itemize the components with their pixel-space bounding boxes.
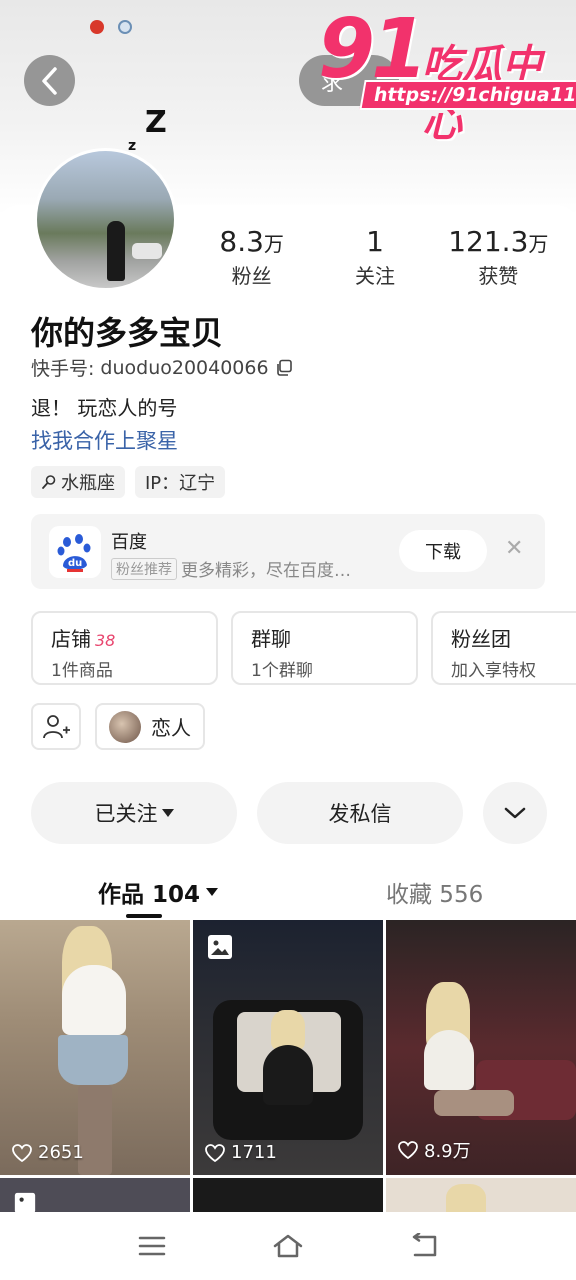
lover-chip[interactable]: 恋人 bbox=[95, 703, 205, 750]
profile-id-value: duoduo20040066 bbox=[100, 356, 269, 379]
work-like-value: 1711 bbox=[231, 1142, 277, 1163]
message-button[interactable]: 发私信 bbox=[257, 782, 463, 844]
svg-text:du: du bbox=[68, 558, 82, 569]
tile-figure bbox=[263, 1045, 313, 1105]
heart-icon bbox=[205, 1143, 225, 1162]
status-icon-blue bbox=[118, 20, 132, 34]
stat-likes-label: 获赞 bbox=[478, 264, 519, 288]
ad-subtitle-text: 更多精彩，尽在百度… bbox=[181, 561, 351, 581]
copy-icon[interactable] bbox=[275, 359, 293, 377]
home-icon[interactable] bbox=[268, 1226, 308, 1266]
profile-name: 你的多多宝贝 bbox=[31, 314, 224, 352]
ad-badge: 粉丝推荐 bbox=[111, 557, 177, 580]
watermark-logo: 91 吃瓜中心 https://91chigua11.com bbox=[318, 2, 576, 146]
profile-id: 快手号: duoduo20040066 bbox=[31, 354, 293, 381]
profile-id-label: 快手号: bbox=[31, 358, 95, 380]
heart-icon bbox=[12, 1143, 32, 1162]
work-tile[interactable]: 2651 bbox=[0, 920, 190, 1175]
watermark-url: https://91chigua11.com bbox=[359, 80, 576, 110]
feature-group-chat[interactable]: 群聊 1个群聊 bbox=[231, 611, 418, 685]
lover-avatar bbox=[109, 710, 141, 743]
close-icon[interactable]: ✕ bbox=[505, 536, 523, 561]
feature-fanclub-sub: 加入享特权 bbox=[451, 661, 536, 681]
caret-down-icon bbox=[206, 888, 219, 896]
more-actions-button[interactable] bbox=[483, 782, 547, 844]
work-tile[interactable]: 8.9万 bbox=[386, 920, 576, 1175]
work-tile[interactable]: 1711 bbox=[193, 920, 383, 1175]
feature-fanclub[interactable]: 粉丝团 加入享特权 bbox=[431, 611, 576, 685]
work-like-count: 2651 bbox=[12, 1142, 84, 1163]
status-bar bbox=[90, 20, 132, 34]
stat-following-value: 1 bbox=[366, 225, 384, 258]
avatar-figure bbox=[107, 221, 125, 281]
stat-fans-unit: 万 bbox=[263, 232, 284, 256]
caret-down-icon bbox=[161, 809, 174, 817]
work-like-count: 8.9万 bbox=[398, 1137, 471, 1163]
tile-figure bbox=[62, 965, 126, 1035]
avatar[interactable] bbox=[34, 148, 177, 291]
heart-icon bbox=[398, 1141, 418, 1159]
profile-tags: 水瓶座 IP：辽宁 bbox=[31, 466, 226, 498]
feature-group-sub: 1个群聊 bbox=[251, 661, 313, 681]
ad-banner[interactable]: du 百度 粉丝推荐 更多精彩，尽在百度… 下载 ✕ bbox=[31, 514, 545, 589]
search-tag-icon bbox=[42, 475, 56, 489]
work-like-value: 8.9万 bbox=[424, 1141, 471, 1162]
back-button[interactable] bbox=[24, 55, 75, 106]
image-icon bbox=[207, 934, 233, 964]
tile-figure-hair bbox=[271, 1010, 305, 1050]
tag-ip-label: IP：辽宁 bbox=[145, 473, 216, 494]
chevron-down-icon bbox=[504, 807, 526, 819]
feature-shop-title: 店铺 bbox=[51, 627, 91, 651]
add-friend-icon bbox=[43, 714, 70, 738]
stat-following-label: 关注 bbox=[354, 264, 395, 288]
stat-likes[interactable]: 121.3万 获赞 bbox=[437, 225, 560, 289]
ad-title: 百度 bbox=[111, 532, 147, 553]
stat-likes-unit: 万 bbox=[528, 232, 549, 256]
lover-chip-label: 恋人 bbox=[151, 716, 191, 740]
relation-row: 恋人 bbox=[31, 703, 205, 750]
followed-button-label: 已关注 bbox=[94, 802, 158, 826]
tab-favorites[interactable]: 收藏 556 bbox=[386, 875, 483, 909]
message-button-label: 发私信 bbox=[328, 802, 392, 826]
feature-group-title: 群聊 bbox=[251, 627, 291, 651]
system-nav-bar bbox=[0, 1212, 576, 1280]
feature-shop[interactable]: 店铺 38 1件商品 bbox=[31, 611, 218, 685]
profile-stats: 8.3万 粉丝 1 关注 121.3万 获赞 bbox=[190, 225, 560, 289]
stat-fans-value: 8.3 bbox=[219, 225, 264, 258]
feature-cards: 店铺 38 1件商品 群聊 1个群聊 粉丝团 加入享特权 bbox=[31, 611, 576, 685]
tag-zodiac-label: 水瓶座 bbox=[61, 473, 115, 494]
ad-download-button[interactable]: 下载 bbox=[399, 530, 487, 572]
tab-works[interactable]: 作品 104 bbox=[98, 875, 219, 909]
feature-shop-sub: 1件商品 bbox=[51, 661, 113, 681]
stat-fans[interactable]: 8.3万 粉丝 bbox=[190, 225, 313, 289]
stat-following[interactable]: 1 关注 bbox=[313, 225, 436, 289]
sleep-z-large: Z bbox=[145, 105, 167, 140]
profile-actions: 已关注 发私信 bbox=[31, 782, 547, 844]
tab-works-label: 作品 104 bbox=[98, 882, 201, 908]
baidu-logo-icon: du bbox=[49, 526, 101, 578]
tile-figure bbox=[424, 1030, 474, 1090]
tag-zodiac[interactable]: 水瓶座 bbox=[31, 466, 125, 498]
back-nav-icon[interactable] bbox=[404, 1226, 444, 1266]
ad-subtitle: 粉丝推荐 更多精彩，尽在百度… bbox=[111, 556, 351, 581]
back-icon bbox=[41, 66, 57, 95]
menu-icon[interactable] bbox=[132, 1226, 172, 1266]
followed-button[interactable]: 已关注 bbox=[31, 782, 237, 844]
stat-fans-label: 粉丝 bbox=[231, 264, 272, 288]
work-like-value: 2651 bbox=[38, 1142, 84, 1163]
avatar-car bbox=[132, 243, 162, 259]
stat-likes-value: 121.3 bbox=[448, 225, 529, 258]
feature-shop-count: 38 bbox=[95, 631, 116, 650]
status-icon-red bbox=[90, 20, 104, 34]
tag-ip: IP：辽宁 bbox=[135, 466, 226, 498]
tile-figure-legs bbox=[434, 1090, 514, 1116]
profile-collab-link[interactable]: 找我合作上聚星 bbox=[31, 425, 178, 455]
active-tab-indicator bbox=[126, 914, 162, 918]
feature-fanclub-title: 粉丝团 bbox=[451, 627, 511, 651]
profile-bio: 退！ 玩恋人的号 bbox=[31, 396, 178, 420]
content-tabs: 作品 104 收藏 556 bbox=[0, 870, 576, 918]
tile-figure-skirt bbox=[58, 1035, 128, 1085]
work-like-count: 1711 bbox=[205, 1142, 277, 1163]
add-friend-button[interactable] bbox=[31, 703, 81, 750]
